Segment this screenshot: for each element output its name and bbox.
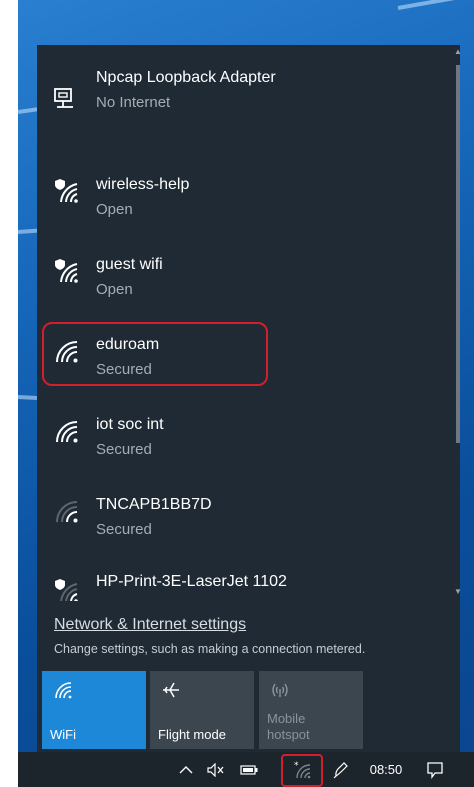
network-status: Open — [96, 201, 133, 218]
network-status: No Internet — [96, 94, 171, 111]
network-list-scrollbar[interactable]: ▲ ▼ — [454, 45, 462, 601]
action-center-icon — [426, 761, 444, 779]
battery-button[interactable] — [234, 752, 264, 787]
taskbar: * 08:50 — [18, 752, 474, 787]
mobile-hotspot-tile-label: Mobile hotspot — [267, 711, 310, 742]
hotspot-icon — [269, 679, 291, 701]
network-item-guest-wifi[interactable]: guest wifi Open — [37, 234, 447, 314]
airplane-icon — [160, 679, 182, 701]
scrollbar-thumb[interactable] — [456, 65, 460, 443]
scroll-up-arrow-icon[interactable]: ▲ — [454, 47, 462, 56]
network-name: iot soc int — [96, 416, 164, 433]
network-name: guest wifi — [96, 256, 163, 273]
wifi-toggle-tile[interactable]: WiFi — [42, 671, 146, 749]
network-item-tncapb1bb7d[interactable]: TNCAPB1BB7D Secured — [37, 474, 447, 554]
network-status: Open — [96, 281, 133, 298]
wifi-icon — [51, 416, 81, 446]
network-item-hp-print[interactable]: HP-Print-3E-LaserJet 1102 — [37, 554, 447, 601]
flight-mode-tile-label: Flight mode — [158, 727, 226, 742]
ethernet-icon — [51, 83, 81, 113]
pen-icon — [332, 761, 350, 779]
network-settings-link[interactable]: Network & Internet settings — [54, 616, 246, 634]
wifi-icon — [52, 679, 74, 701]
flight-mode-tile[interactable]: Flight mode — [150, 671, 254, 749]
network-item-wireless-help[interactable]: wireless-help Open — [37, 154, 447, 234]
clock[interactable]: 08:50 — [360, 752, 412, 787]
network-status: Secured — [96, 521, 152, 538]
wifi-tile-label: WiFi — [50, 727, 76, 742]
network-name: Npcap Loopback Adapter — [96, 69, 276, 86]
wifi-shield-icon — [51, 256, 81, 286]
network-item-npcap[interactable]: Npcap Loopback Adapter No Internet — [37, 61, 447, 141]
wifi-icon — [51, 496, 81, 526]
network-name: wireless-help — [96, 176, 190, 193]
scroll-down-arrow-icon[interactable]: ▼ — [454, 587, 462, 596]
network-settings-description: Change settings, such as making a connec… — [54, 642, 366, 656]
network-status: Secured — [96, 441, 152, 458]
wifi-shield-icon — [51, 176, 81, 206]
wifi-shield-icon — [51, 576, 81, 601]
network-name: HP-Print-3E-LaserJet 1102 — [96, 573, 287, 590]
mobile-hotspot-tile[interactable]: Mobile hotspot — [259, 671, 363, 749]
show-hidden-icons-button[interactable] — [173, 752, 199, 787]
network-tray-highlight — [281, 754, 323, 787]
network-list: Npcap Loopback Adapter No Internet wirel… — [37, 45, 447, 601]
network-item-iot-soc-int[interactable]: iot soc int Secured — [37, 394, 447, 474]
battery-icon — [240, 764, 258, 775]
network-name: TNCAPB1BB7D — [96, 496, 212, 513]
volume-button[interactable] — [202, 752, 230, 787]
volume-muted-icon — [207, 762, 225, 777]
chevron-up-icon — [179, 765, 193, 775]
pen-workspace-button[interactable] — [328, 752, 354, 787]
action-center-button[interactable] — [420, 752, 450, 787]
clock-time: 08:50 — [369, 762, 403, 777]
selected-network-highlight — [42, 322, 268, 386]
network-flyout: Npcap Loopback Adapter No Internet wirel… — [37, 45, 462, 752]
